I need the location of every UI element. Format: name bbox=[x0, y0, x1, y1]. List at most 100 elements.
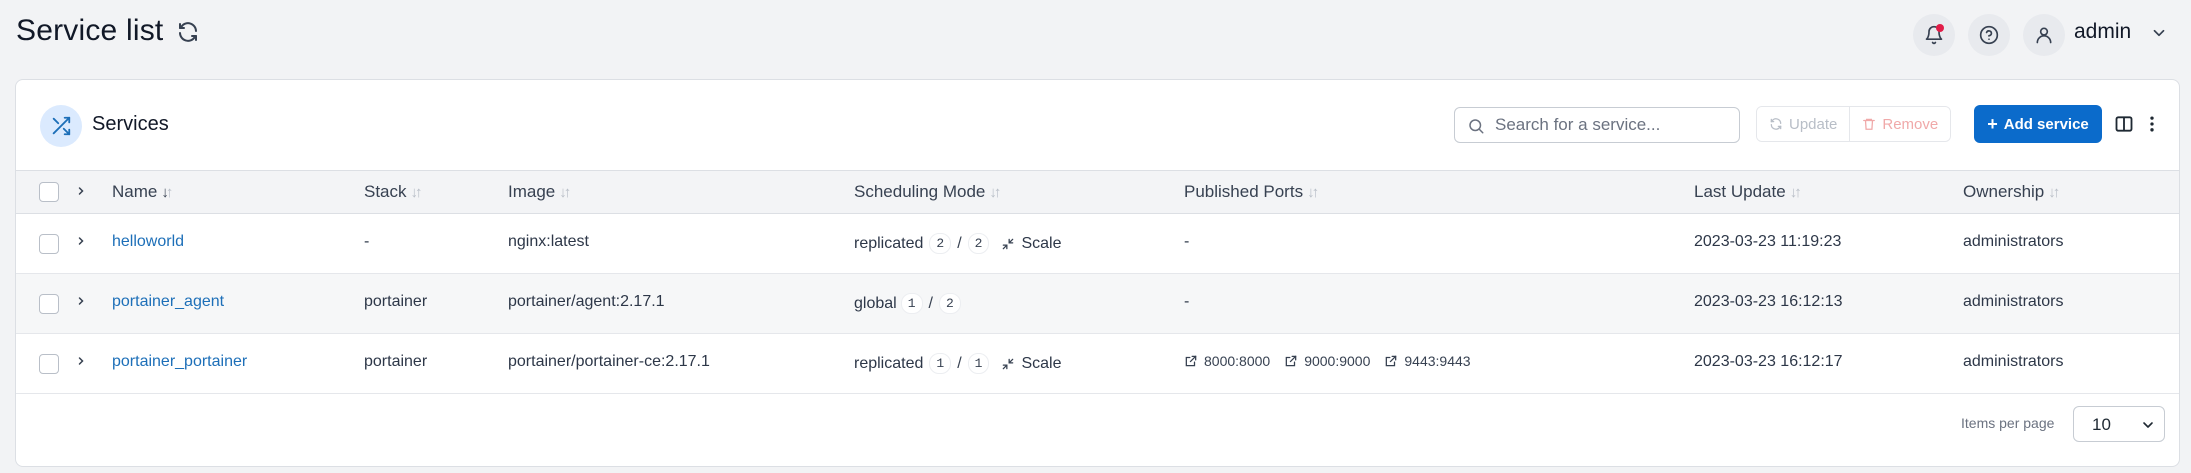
sort-icon: ↓↑ bbox=[559, 183, 571, 201]
chevron-down-icon bbox=[2143, 422, 2153, 428]
last-update-cell: 2023-03-23 16:12:13 bbox=[1694, 293, 1843, 310]
more-options-icon[interactable] bbox=[2142, 114, 2162, 134]
running-count: 1 bbox=[929, 353, 952, 374]
remove-label: Remove bbox=[1882, 115, 1939, 133]
service-name-link[interactable]: portainer_portainer bbox=[112, 353, 247, 371]
search-icon bbox=[1469, 119, 1484, 134]
scale-button[interactable]: Scale bbox=[1001, 355, 1061, 373]
desired-count: 2 bbox=[967, 233, 990, 254]
column-name-label: Name bbox=[112, 182, 158, 201]
scale-label: Scale bbox=[1021, 354, 1062, 372]
column-scheduling-mode[interactable]: Scheduling Mode ↓↑ bbox=[854, 182, 1001, 202]
chevron-right-icon[interactable] bbox=[75, 185, 87, 197]
port-link[interactable]: 9000:9000 bbox=[1284, 353, 1370, 369]
scale-icon bbox=[1003, 238, 1014, 249]
row-checkbox[interactable] bbox=[39, 234, 59, 254]
column-stack-label: Stack bbox=[364, 182, 407, 201]
last-update-cell: 2023-03-23 11:19:23 bbox=[1694, 233, 1842, 250]
notification-dot bbox=[1936, 24, 1944, 32]
ports-cell: - bbox=[1184, 233, 1190, 250]
add-service-button[interactable]: + Add service bbox=[1974, 105, 2102, 143]
scale-button[interactable]: Scale bbox=[1001, 235, 1061, 253]
ownership-cell: administrators bbox=[1963, 353, 2064, 370]
update-label: Update bbox=[1789, 115, 1838, 133]
sort-icon: ↓↑ bbox=[1789, 183, 1802, 201]
port-label: 9000:9000 bbox=[1304, 353, 1371, 369]
scale-icon bbox=[1003, 358, 1014, 369]
sort-icon: ↓↑ bbox=[2048, 183, 2060, 201]
user-name[interactable]: admin bbox=[2074, 20, 2131, 44]
chevron-down-icon[interactable] bbox=[2150, 24, 2168, 42]
plus-icon: + bbox=[1987, 114, 1998, 134]
scheduling-mode-cell: replicated 1 / 1 Scale bbox=[854, 353, 1061, 374]
items-per-page-select[interactable]: 10 bbox=[2073, 406, 2165, 442]
service-name-link[interactable]: helloworld bbox=[112, 233, 184, 251]
update-button[interactable]: Update bbox=[1757, 107, 1851, 141]
search-input[interactable] bbox=[1495, 108, 1731, 142]
scale-label: Scale bbox=[1021, 234, 1062, 252]
add-service-label: Add service bbox=[2003, 115, 2089, 133]
row-checkbox[interactable] bbox=[39, 354, 59, 374]
ports-cell: 8000:8000 9000:9000 9443:9443 bbox=[1184, 353, 1485, 369]
table-row: portainer_agent portainer portainer/agen… bbox=[16, 274, 2179, 334]
column-image[interactable]: Image ↓↑ bbox=[508, 182, 571, 202]
notifications-button[interactable] bbox=[1913, 14, 1955, 56]
bulk-actions: Update Remove bbox=[1756, 106, 1952, 142]
column-name[interactable]: Name ↓↑ bbox=[112, 182, 173, 202]
running-count: 1 bbox=[900, 293, 923, 314]
ownership-cell: administrators bbox=[1963, 233, 2064, 250]
services-card: Services Update Remove + Add service Nam… bbox=[15, 79, 2180, 467]
port-link[interactable]: 8000:8000 bbox=[1184, 353, 1270, 369]
external-link-icon bbox=[1285, 355, 1297, 367]
row-checkbox[interactable] bbox=[39, 294, 59, 314]
column-published-ports[interactable]: Published Ports ↓↑ bbox=[1184, 182, 1319, 202]
column-updated-label: Last Update bbox=[1694, 182, 1786, 201]
card-header: Services Update Remove + Add service bbox=[16, 80, 2179, 170]
service-name-link[interactable]: portainer_agent bbox=[112, 293, 224, 311]
help-icon bbox=[1979, 25, 1999, 45]
remove-button[interactable]: Remove bbox=[1850, 107, 1951, 141]
column-last-update[interactable]: Last Update ↓↑ bbox=[1694, 182, 1802, 202]
select-all-checkbox[interactable] bbox=[39, 182, 59, 202]
stack-cell: - bbox=[364, 233, 370, 250]
port-label: 9443:9443 bbox=[1404, 353, 1471, 369]
chevron-right-icon[interactable] bbox=[75, 235, 87, 247]
external-link-icon bbox=[1386, 355, 1397, 367]
column-ownership[interactable]: Ownership ↓↑ bbox=[1963, 182, 2060, 202]
replica-separator: / bbox=[957, 354, 962, 372]
chevron-right-icon[interactable] bbox=[75, 295, 87, 307]
ownership-cell: administrators bbox=[1963, 293, 2064, 310]
mode-label: replicated bbox=[854, 234, 924, 252]
last-update-cell: 2023-03-23 16:12:17 bbox=[1694, 353, 1843, 370]
user-menu-avatar[interactable] bbox=[2023, 14, 2065, 56]
column-mode-label: Scheduling Mode bbox=[854, 182, 986, 201]
mode-label: global bbox=[854, 294, 897, 312]
page-title: Service list bbox=[16, 14, 164, 47]
search-box[interactable] bbox=[1454, 107, 1740, 143]
table-row: helloworld - nginx:latest replicated 2 /… bbox=[16, 214, 2179, 274]
refresh-icon[interactable] bbox=[176, 20, 200, 44]
table-header: Name ↓↑ Stack ↓↑ Image ↓↑ Scheduling Mode ↓↑… bbox=[16, 170, 2179, 214]
stack-cell: portainer bbox=[364, 293, 428, 310]
desired-count: 1 bbox=[967, 353, 990, 374]
card-title: Services bbox=[92, 113, 169, 135]
table-row: portainer_portainer portainer portainer/… bbox=[16, 334, 2179, 394]
sort-icon: ↓↑ bbox=[161, 183, 173, 201]
services-badge bbox=[40, 105, 82, 147]
help-button[interactable] bbox=[1968, 14, 2010, 56]
column-ownership-label: Ownership bbox=[1963, 182, 2045, 201]
refresh-icon bbox=[1770, 118, 1782, 130]
chevron-right-icon[interactable] bbox=[75, 355, 87, 367]
top-bar: Service list admin bbox=[0, 0, 2191, 70]
items-per-page-value: 10 bbox=[2092, 415, 2111, 434]
column-ports-label: Published Ports bbox=[1184, 182, 1304, 201]
port-link[interactable]: 9443:9443 bbox=[1384, 353, 1471, 369]
sort-icon: ↓↑ bbox=[989, 183, 1001, 201]
items-per-page-label: Items per page bbox=[1961, 415, 2055, 431]
column-stack[interactable]: Stack ↓↑ bbox=[364, 182, 423, 202]
columns-icon[interactable] bbox=[2114, 114, 2134, 134]
image-cell: nginx:latest bbox=[508, 233, 589, 250]
scheduling-mode-cell: replicated 2 / 2 Scale bbox=[854, 233, 1061, 254]
replica-separator: / bbox=[957, 234, 962, 252]
external-link-icon bbox=[1185, 355, 1197, 367]
